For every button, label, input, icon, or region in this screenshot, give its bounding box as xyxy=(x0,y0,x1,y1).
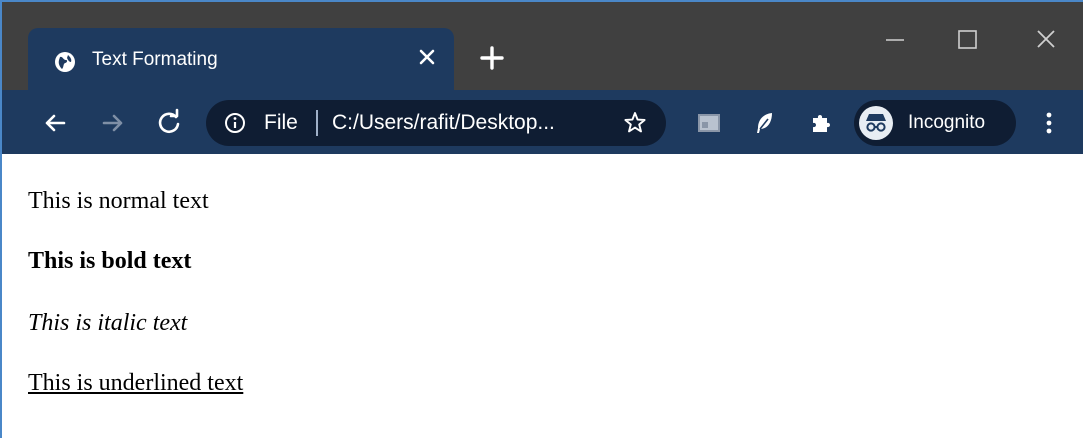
bold-text: This is bold text xyxy=(28,248,192,274)
extension-thumbnail-icon[interactable] xyxy=(696,110,722,136)
page-content: This is normal text This is bold text Th… xyxy=(2,154,1083,440)
italic-text: This is italic text xyxy=(28,310,188,336)
close-icon[interactable] xyxy=(1024,20,1068,60)
normal-text: This is normal text xyxy=(28,188,209,214)
omnibox-separator xyxy=(316,110,318,136)
tab-text-formating[interactable]: Text Formating xyxy=(28,28,454,90)
plus-icon[interactable] xyxy=(476,42,508,74)
feather-icon[interactable] xyxy=(752,110,778,136)
maximize-icon[interactable] xyxy=(946,20,990,60)
underlined-text: This is underlined text xyxy=(28,370,244,396)
puzzle-icon[interactable] xyxy=(808,110,834,136)
profile-label: Incognito xyxy=(908,112,986,133)
url-text[interactable]: C:/Users/rafit/Desktop... xyxy=(332,111,555,135)
minimize-icon[interactable] xyxy=(874,20,918,60)
scheme-label: File xyxy=(264,111,298,134)
kebab-menu-icon[interactable] xyxy=(1036,106,1062,140)
incognito-icon xyxy=(859,106,893,140)
tab-strip: Text Formating xyxy=(2,2,1083,90)
address-bar[interactable]: File C:/Users/rafit/Desktop... xyxy=(206,100,666,146)
info-icon[interactable] xyxy=(224,112,246,134)
globe-icon xyxy=(55,52,75,72)
star-icon[interactable] xyxy=(622,110,648,136)
profile-button[interactable]: Incognito xyxy=(854,100,1016,146)
forward-arrow-icon[interactable] xyxy=(96,106,130,140)
toolbar: File C:/Users/rafit/Desktop... Incognito xyxy=(2,90,1083,154)
browser-window: Text Formating File C:/Users/rafit/Deskt… xyxy=(0,0,1083,440)
reload-icon[interactable] xyxy=(152,106,186,140)
close-icon[interactable] xyxy=(414,44,440,70)
tab-title: Text Formating xyxy=(92,49,218,70)
back-arrow-icon[interactable] xyxy=(38,106,72,140)
